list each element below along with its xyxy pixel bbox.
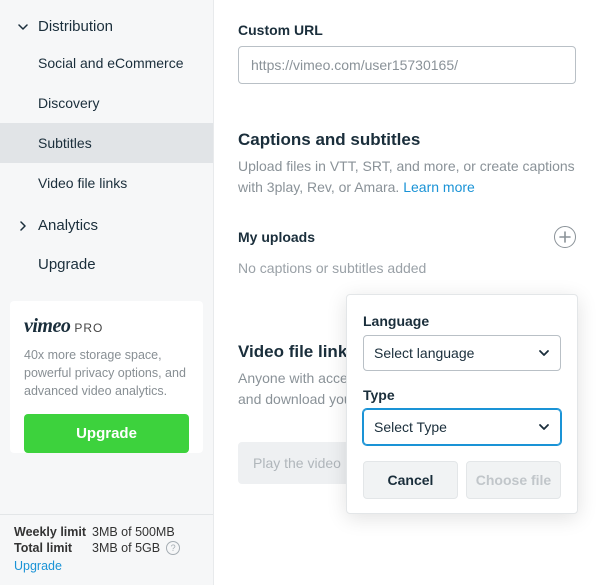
sidebar-item-upgrade[interactable]: Upgrade: [0, 248, 213, 281]
sidebar-item-video-file-links[interactable]: Video file links: [0, 163, 213, 203]
weekly-limit-value: 3MB of 500MB: [92, 525, 175, 539]
type-select-value: Select Type: [374, 419, 447, 435]
sidebar-item-discovery[interactable]: Discovery: [0, 83, 213, 123]
footer-upgrade-link[interactable]: Upgrade: [14, 559, 62, 573]
add-caption-popover: Language Select language Type Select Typ…: [346, 294, 578, 514]
promo-description: 40x more storage space, powerful privacy…: [24, 346, 189, 400]
sidebar-item-subtitles[interactable]: Subtitles: [0, 123, 213, 163]
play-video-placeholder: Play the video: [253, 455, 341, 471]
learn-more-link[interactable]: Learn more: [403, 179, 475, 195]
weekly-limit-label: Weekly limit: [14, 525, 92, 539]
language-select[interactable]: Select language: [363, 335, 561, 371]
sidebar-section-distribution[interactable]: Distribution: [0, 10, 213, 43]
sidebar-footer: Weekly limit 3MB of 500MB Total limit 3M…: [0, 514, 213, 585]
total-limit-value: 3MB of 5GB: [92, 541, 160, 555]
custom-url-group: Custom URL: [238, 22, 576, 84]
uploads-empty-text: No captions or subtitles added: [238, 260, 576, 276]
plus-icon: [559, 231, 571, 243]
sidebar-section-label: Analytics: [38, 217, 98, 234]
captions-heading: Captions and subtitles: [238, 130, 576, 150]
custom-url-label: Custom URL: [238, 22, 576, 38]
sidebar-section-analytics[interactable]: Analytics: [0, 209, 213, 242]
chevron-down-icon: [538, 347, 550, 359]
chevron-down-icon: [16, 22, 30, 32]
captions-section: Captions and subtitles Upload files in V…: [238, 130, 576, 276]
promo-card: vimeo PRO 40x more storage space, powerf…: [10, 301, 203, 453]
total-limit-label: Total limit: [14, 541, 92, 555]
type-select[interactable]: Select Type: [363, 409, 561, 445]
cancel-button[interactable]: Cancel: [363, 461, 458, 499]
sidebar-item-social-ecommerce[interactable]: Social and eCommerce: [0, 43, 213, 83]
language-select-value: Select language: [374, 345, 474, 361]
choose-file-button: Choose file: [466, 461, 561, 499]
vimeo-logo-text: vimeo: [24, 315, 70, 338]
my-uploads-heading: My uploads: [238, 229, 315, 245]
captions-description: Upload files in VTT, SRT, and more, or c…: [238, 156, 576, 198]
upgrade-button[interactable]: Upgrade: [24, 414, 189, 453]
type-label: Type: [363, 387, 561, 403]
chevron-down-icon: [538, 421, 550, 433]
add-caption-button[interactable]: [554, 226, 576, 248]
sidebar-section-label: Distribution: [38, 18, 113, 35]
chevron-right-icon: [16, 221, 30, 231]
language-label: Language: [363, 313, 561, 329]
promo-tier-label: PRO: [74, 321, 103, 335]
sidebar-item-label: Upgrade: [38, 256, 96, 273]
help-icon[interactable]: ?: [166, 541, 180, 555]
promo-logo: vimeo PRO: [24, 315, 189, 338]
custom-url-input[interactable]: [238, 46, 576, 84]
